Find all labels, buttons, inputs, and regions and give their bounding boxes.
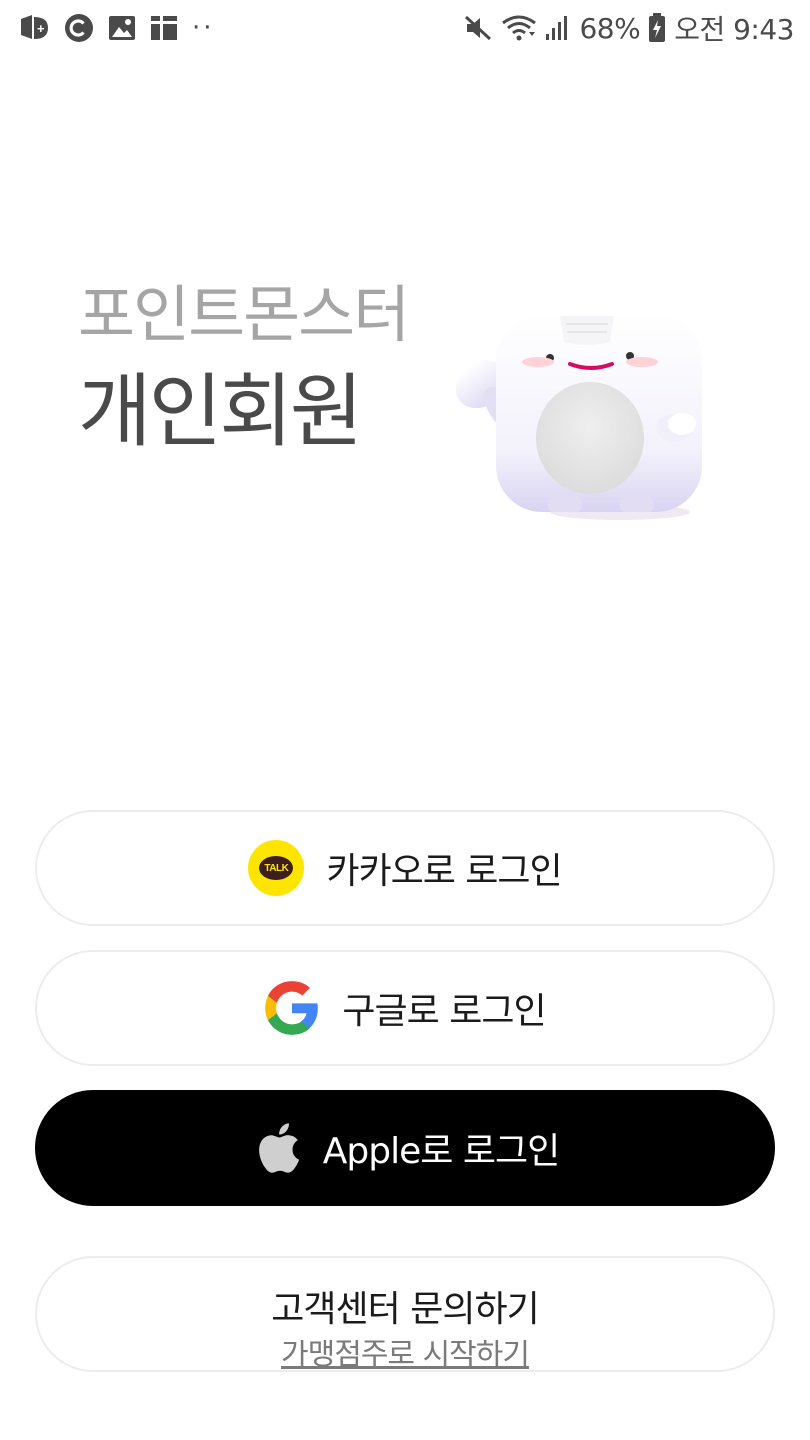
status-bar-right: 68% 오전 9:43 [455,8,794,48]
wifi-icon [501,14,537,42]
svg-text:+: + [37,21,45,36]
status-bar: + ·· 68% 오전 9:43 [0,0,810,56]
kakao-badge: TALK [248,840,305,896]
start-as-merchant-link[interactable]: 가맹점주로 시작하기 [0,1340,810,1370]
google-login-label: 구글로 로그인 [342,991,546,1032]
battery-icon [648,13,666,43]
apple-login-label: Apple로 로그인 [322,1131,560,1172]
google-login-button[interactable]: 구글로 로그인 [35,950,775,1066]
customer-support-label: 고객센터 문의하기 [271,1289,539,1330]
login-screen: + ·· 68% 오전 9:43 포인트몬스터 개인회원 TALK 카카오로 로… [0,0,810,1440]
apple-logo-icon [251,1120,301,1176]
kakao-login-label: 카카오로 로그인 [326,851,562,892]
kakao-talk-icon: TALK [248,840,305,896]
mute-icon [463,14,493,42]
c-badge-icon [64,13,94,43]
google-g-icon [264,980,320,1036]
page-title: 개인회원 [78,365,363,458]
more-dots-icon: ·· [192,13,215,43]
kakao-badge-text: TALK [259,856,294,880]
u-plus-icon: + [18,13,50,43]
apple-login-button[interactable]: Apple로 로그인 [35,1090,775,1206]
battery-percent: 68% [579,11,641,45]
signal-icon [545,14,571,42]
kakao-login-button[interactable]: TALK 카카오로 로그인 [35,810,775,926]
calendar-icon [150,15,178,41]
status-bar-left: + ·· [18,13,229,43]
mascot-illustration [452,306,712,522]
image-icon [108,15,136,41]
brand-name: 포인트몬스터 [78,278,410,351]
clock: 오전 9:43 [674,13,794,46]
